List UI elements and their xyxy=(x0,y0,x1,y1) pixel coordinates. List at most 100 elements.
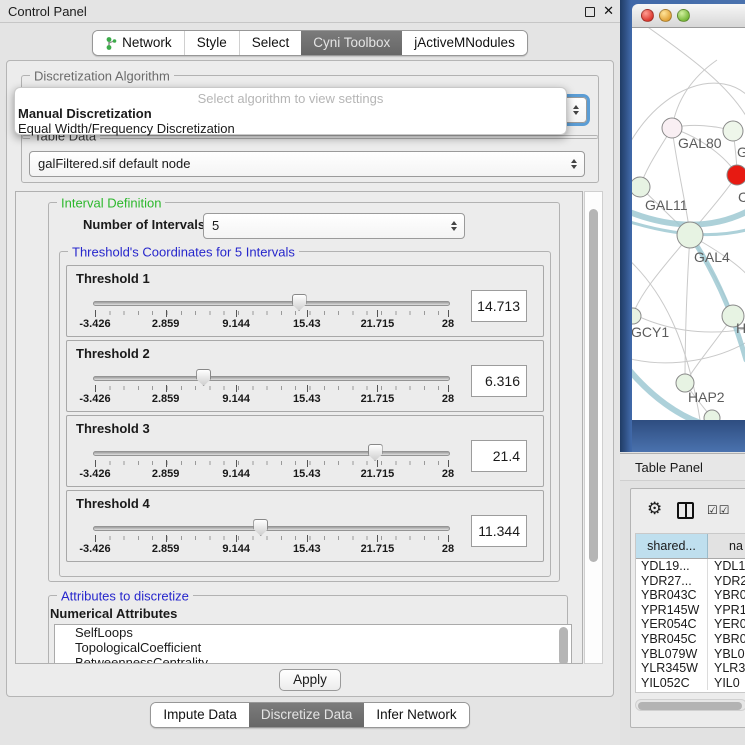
split-view-icon[interactable] xyxy=(677,502,694,519)
dropdown-option-equal-width[interactable]: Equal Width/Frequency Discretization xyxy=(15,121,566,136)
tick-major: -3.426 xyxy=(95,460,96,467)
minor-ticks xyxy=(95,536,448,540)
interval-definition-group: Interval Definition Number of Intervals … xyxy=(48,202,560,582)
slider-ticks: -3.4262.8599.14415.4321.71528 xyxy=(95,385,448,411)
slider[interactable]: -3.4262.8599.14415.4321.71528 xyxy=(93,491,450,563)
tab-select[interactable]: Select xyxy=(239,31,302,55)
attribute-item[interactable]: SelfLoops xyxy=(55,625,571,640)
tab-cyni-toolbox[interactable]: Cyni Toolbox xyxy=(301,31,402,55)
table-row[interactable]: YDL19...YDL1 xyxy=(636,559,745,574)
tick-major: 15.43 xyxy=(307,310,308,317)
slider-track[interactable] xyxy=(93,526,450,531)
close-icon[interactable]: ✕ xyxy=(603,3,614,19)
threshold-value-field[interactable]: 6.316 xyxy=(471,365,527,397)
node-label: HAP2 xyxy=(688,389,725,405)
node-label: H xyxy=(736,320,745,336)
slider-thumb[interactable] xyxy=(368,444,383,461)
table-row[interactable]: YBR043CYBR0 xyxy=(636,588,745,603)
node-label: C xyxy=(738,189,745,205)
slider-track[interactable] xyxy=(93,451,450,456)
panel-scrollbar[interactable] xyxy=(584,191,603,664)
attribute-item[interactable]: TopologicalCoefficient xyxy=(55,640,571,655)
node-gal11[interactable] xyxy=(632,177,650,197)
threshold-value-field[interactable]: 14.713 xyxy=(471,290,527,322)
node-red-selected[interactable] xyxy=(727,165,745,185)
node-label: GAL4 xyxy=(694,249,730,265)
combo-arrows-icon xyxy=(571,159,577,169)
tab-discretize-data[interactable]: Discretize Data xyxy=(249,703,365,727)
list-scrollbar[interactable] xyxy=(559,627,568,664)
tab-network[interactable]: Network xyxy=(93,31,184,55)
slider-track[interactable] xyxy=(93,301,450,306)
zoom-traffic-light[interactable] xyxy=(677,9,690,22)
threshold-value-field[interactable]: 11.344 xyxy=(471,515,527,547)
tick-major: 2.859 xyxy=(166,460,167,467)
node-label: GA xyxy=(737,144,745,160)
table-row[interactable]: YBR045CYBR0 xyxy=(636,632,745,647)
close-traffic-light[interactable] xyxy=(641,9,654,22)
table-row[interactable]: YLR345WYLR3 xyxy=(636,661,745,676)
table-row[interactable]: YER054CYER0 xyxy=(636,617,745,632)
slider[interactable]: -3.4262.8599.14415.4321.71528 xyxy=(93,266,450,338)
combo-arrows-icon xyxy=(573,105,579,115)
table-cell: YIL0 xyxy=(708,676,745,691)
table-toolbar: ⚙ ☑☑ xyxy=(631,489,745,533)
tab-jactivemnodules[interactable]: jActiveMNodules xyxy=(402,31,527,55)
group-title: Threshold's Coordinates for 5 Intervals xyxy=(68,245,299,260)
attribute-item[interactable]: BetweennessCentrality xyxy=(55,655,571,664)
tab-style[interactable]: Style xyxy=(184,31,239,55)
table-row[interactable]: YBL079WYBL0 xyxy=(636,647,745,662)
node-gcy1[interactable] xyxy=(632,308,641,324)
table-cell: YBL079W xyxy=(636,647,708,662)
num-intervals-select[interactable]: 5 xyxy=(203,213,465,239)
table-panel-title: Table Panel xyxy=(635,460,703,475)
network-view-window[interactable]: GAL80 GA C GAL11 GAL4 GCY1 H HAP2 xyxy=(620,0,745,452)
tab-impute-data[interactable]: Impute Data xyxy=(151,703,249,727)
select-columns-icon[interactable]: ☑☑ xyxy=(707,503,731,517)
threshold-row: Threshold 1 -3.4262.8599.14415.4321.7152… xyxy=(66,265,544,337)
column-header-shared-name[interactable]: shared... xyxy=(636,534,708,558)
slider-thumb[interactable] xyxy=(196,369,211,386)
minimize-traffic-light[interactable] xyxy=(659,9,672,22)
float-panel-icon[interactable] xyxy=(585,7,595,17)
slider-ticks: -3.4262.8599.14415.4321.71528 xyxy=(95,310,448,336)
algorithm-dropdown-popup: Select algorithm to view settings Manual… xyxy=(14,87,567,135)
network-window-titlebar[interactable] xyxy=(632,4,745,28)
tick-major: 21.715 xyxy=(377,535,378,542)
table-row[interactable]: YPR145WYPR1 xyxy=(636,603,745,618)
table-cell: YDR27... xyxy=(636,574,708,589)
node-gal4[interactable] xyxy=(677,222,703,248)
slider-thumb[interactable] xyxy=(292,294,307,311)
minor-ticks xyxy=(95,461,448,465)
threshold-value-field[interactable]: 21.4 xyxy=(471,440,527,472)
slider-track[interactable] xyxy=(93,376,450,381)
table-horizontal-scrollbar[interactable] xyxy=(635,699,745,711)
column-header-name[interactable]: na xyxy=(708,534,745,558)
tick-major: 2.859 xyxy=(166,385,167,392)
network-canvas[interactable]: GAL80 GA C GAL11 GAL4 GCY1 H HAP2 xyxy=(632,28,745,420)
tick-major: 28 xyxy=(448,310,449,317)
table-panel-header: Table Panel xyxy=(620,453,745,481)
slider-thumb[interactable] xyxy=(253,519,268,536)
table-row[interactable]: YDR27...YDR2 xyxy=(636,574,745,589)
tab-infer-network[interactable]: Infer Network xyxy=(364,703,468,727)
slider[interactable]: -3.4262.8599.14415.4321.71528 xyxy=(93,341,450,413)
table-cell: YIL052C xyxy=(636,676,708,691)
threshold-row: Threshold 2 -3.4262.8599.14415.4321.7152… xyxy=(66,340,544,412)
slider-ticks: -3.4262.8599.14415.4321.71528 xyxy=(95,460,448,486)
table-cell: YPR1 xyxy=(708,603,745,618)
gear-icon[interactable]: ⚙ xyxy=(647,499,662,519)
table-cell: YDL19... xyxy=(636,559,708,574)
dropdown-option-manual[interactable]: Manual Discretization xyxy=(15,106,566,121)
slider[interactable]: -3.4262.8599.14415.4321.71528 xyxy=(93,416,450,488)
cyni-toolbox-panel: Discretization Algorithm Select algorith… xyxy=(6,60,614,697)
table-data-select[interactable]: galFiltered.sif default node xyxy=(29,151,585,177)
node-top-right[interactable] xyxy=(723,121,743,141)
scrollbar-thumb[interactable] xyxy=(589,209,598,562)
scrollbar-thumb[interactable] xyxy=(638,702,742,710)
table-row[interactable]: YIL052CYIL0 xyxy=(636,676,745,691)
bottom-tab-row: Impute Data Discretize Data Infer Networ… xyxy=(0,702,620,728)
tick-major: 15.43 xyxy=(307,460,308,467)
bottom-tab-group: Impute Data Discretize Data Infer Networ… xyxy=(150,702,469,728)
apply-button[interactable]: Apply xyxy=(279,669,341,691)
